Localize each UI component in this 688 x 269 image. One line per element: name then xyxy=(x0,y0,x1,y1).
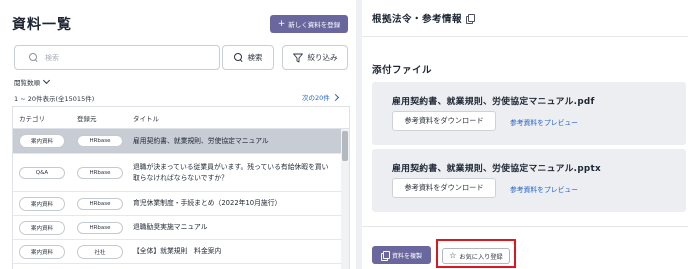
document-detail-panel: 根拠法令・参考情報 添付ファイル 雇用契約書、就業規則、労使協定マニュアル.pd… xyxy=(362,0,688,269)
attachment-file-name: 雇用契約書、就業規則、労使協定マニュアル.pptx xyxy=(392,164,601,174)
document-list-panel: 資料一覧 + 新しく資料を登録 検索 絞り込み 閲覧数順 1 ~ 20件表示(全… xyxy=(0,0,356,269)
chevron-down-icon xyxy=(42,76,51,85)
registrant-tag: HRbase xyxy=(77,166,123,179)
filter-icon xyxy=(292,53,303,62)
search-field[interactable] xyxy=(14,45,220,70)
attachments-heading: 添付ファイル xyxy=(372,65,433,76)
search-input[interactable] xyxy=(45,53,205,62)
search-icon xyxy=(233,53,243,62)
registrant-tag: HRbase xyxy=(77,221,123,234)
row-title: 退職勧奨実施マニュアル xyxy=(133,223,208,231)
sort-dropdown[interactable]: 閲覧数順 xyxy=(14,76,51,87)
row-title: 育児休業制度・手続まとめ（2022年10月施行） xyxy=(133,199,282,207)
column-header-title: タイトル xyxy=(133,114,159,123)
category-tag: 案内資料 xyxy=(19,196,65,211)
download-button[interactable]: 参考資料をダウンロード xyxy=(392,178,496,198)
row-title: 退職が決まっている従業員がいます。残っている有給休暇を買い取らなければならないで… xyxy=(133,162,329,182)
download-button[interactable]: 参考資料をダウンロード xyxy=(392,111,496,131)
attachment-card: 雇用契約書、就業規則、労使協定マニュアル.pdf 参考資料をダウンロード 参考資… xyxy=(372,82,686,145)
duplicate-document-label: 資料を複製 xyxy=(391,252,422,260)
result-count: 1 ~ 20件表示(全15015件) xyxy=(14,95,95,103)
table-header: カテゴリ 登録元 タイトル xyxy=(13,107,349,129)
section-divider xyxy=(362,36,688,37)
law-reference-heading: 根拠法令・参考情報 xyxy=(372,11,476,25)
row-title: 雇用契約書、就業規則、労使協定マニュアル xyxy=(133,136,269,145)
star-icon: ☆ xyxy=(449,251,457,260)
new-document-label: 新しく資料を登録 xyxy=(288,21,341,29)
table-row[interactable]: 案内資料 HRbase 育児休業制度・手続まとめ（2022年10月施行） xyxy=(13,192,349,216)
table-row[interactable]: 案内資料 HRbase 退職勧奨実施マニュアル xyxy=(13,216,349,240)
new-document-button[interactable]: + 新しく資料を登録 xyxy=(270,15,348,33)
law-reference-title: 根拠法令・参考情報 xyxy=(372,14,463,25)
search-button-label: 検索 xyxy=(247,53,263,62)
chevron-right-icon xyxy=(331,93,339,101)
favorite-label: お気に入り登録 xyxy=(459,253,503,261)
attachment-file-name: 雇用契約書、就業規則、労使協定マニュアル.pdf xyxy=(392,97,595,107)
search-icon xyxy=(29,53,38,62)
scrollbar-thumb[interactable] xyxy=(342,131,348,161)
document-table: カテゴリ 登録元 タイトル 案内資料 HRbase 雇用契約書、就業規則、労使協… xyxy=(12,106,350,269)
filter-button[interactable]: 絞り込み xyxy=(282,45,348,70)
table-row[interactable]: 案内資料 HRbase 雇用契約書、就業規則、労使協定マニュアル xyxy=(13,129,349,154)
next-page-label: 次の20件 xyxy=(302,94,330,102)
registrant-tag: 社社 xyxy=(77,244,123,259)
next-page-link[interactable]: 次の20件 xyxy=(302,92,339,102)
footer-divider xyxy=(362,226,688,227)
column-header-registrant: 登録元 xyxy=(77,114,97,123)
preview-link[interactable]: 参考資料をプレビュー xyxy=(510,184,578,194)
registrant-tag: HRbase xyxy=(77,135,123,147)
page-title: 資料一覧 xyxy=(12,17,72,33)
category-tag: 案内資料 xyxy=(19,134,65,148)
category-tag: 案内資料 xyxy=(19,220,65,235)
row-title: 【全体】就業規則 料金案内 xyxy=(133,247,222,255)
category-tag: Q&A xyxy=(19,166,65,179)
preview-link[interactable]: 参考資料をプレビュー xyxy=(510,117,578,127)
duplicate-document-button[interactable]: 資料を複製 xyxy=(372,246,431,264)
copy-icon[interactable] xyxy=(466,13,476,24)
copy-icon xyxy=(380,250,390,261)
table-row[interactable]: 案内資料 社社 【全体】就業規則 料金案内 xyxy=(13,240,349,264)
registrant-tag: HRbase xyxy=(77,197,123,210)
plus-icon: + xyxy=(277,18,286,29)
search-button[interactable]: 検索 xyxy=(222,45,274,70)
attachment-card: 雇用契約書、就業規則、労使協定マニュアル.pptx 参考資料をダウンロード 参考… xyxy=(372,149,686,212)
table-row[interactable]: Q&A HRbase 退職が決まっている従業員がいます。残っている有給休暇を買い… xyxy=(13,154,349,192)
filter-button-label: 絞り込み xyxy=(307,53,338,62)
column-header-category: カテゴリ xyxy=(19,114,45,123)
sort-label: 閲覧数順 xyxy=(14,79,40,87)
category-tag: 案内資料 xyxy=(19,244,65,259)
favorite-button[interactable]: ☆ お気に入り登録 xyxy=(442,248,510,264)
